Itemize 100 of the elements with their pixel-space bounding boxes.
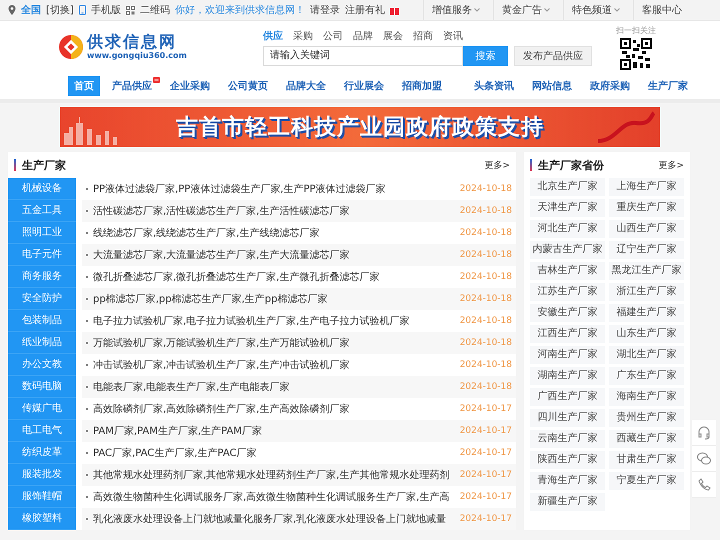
search-tab[interactable]: 品牌: [353, 28, 373, 42]
listing-date: 2024-10-17: [458, 426, 512, 436]
phone-icon: [698, 478, 710, 491]
nav-tab[interactable]: 公司黄页: [222, 76, 274, 96]
province-link[interactable]: 江西生产厂家: [530, 325, 605, 343]
province-link[interactable]: 云南生产厂家: [530, 430, 605, 448]
province-link[interactable]: 吉林生产厂家: [530, 262, 605, 280]
province-link[interactable]: 上海生产厂家: [609, 178, 684, 196]
nav-tab[interactable]: 网站信息: [526, 76, 578, 96]
headset-icon: [697, 426, 711, 440]
province-link[interactable]: 内蒙古生产厂家: [530, 241, 605, 259]
province-link[interactable]: 贵州生产厂家: [609, 409, 684, 427]
province-link[interactable]: 福建生产厂家: [609, 304, 684, 322]
more-link[interactable]: 更多>: [658, 158, 684, 172]
chat-bubbles-icon: [697, 452, 711, 465]
listing-link[interactable]: 万能试验机厂家,万能试验机生产厂家,生产万能试验机厂家: [93, 336, 350, 350]
listing-date: 2024-10-17: [458, 448, 512, 458]
listing-link[interactable]: 电子拉力试验机厂家,电子拉力试验机生产厂家,生产电子拉力试验机厂家: [93, 314, 410, 328]
listing-date: 2024-10-18: [458, 206, 512, 216]
search-tab[interactable]: 展会: [383, 28, 403, 42]
listing-link[interactable]: 大流量滤芯厂家,大流量滤芯生产厂家,生产大流量滤芯厂家: [93, 248, 350, 262]
listing-link[interactable]: 冲击试验机厂家,冲击试验机生产厂家,生产冲击试验机厂家: [93, 358, 350, 372]
province-link[interactable]: 西藏生产厂家: [609, 430, 684, 448]
province-link[interactable]: 黑龙江生产厂家: [609, 262, 684, 280]
nav-tab[interactable]: 行业展会: [338, 76, 390, 96]
listing-date: 2024-10-18: [458, 294, 512, 304]
listing-link[interactable]: 乳化液废水处理设备上门就地减量化服务厂家,乳化液废水处理设备上门就地减量: [93, 512, 446, 526]
province-link[interactable]: 广西生产厂家: [530, 388, 605, 406]
province-link[interactable]: 浙江生产厂家: [609, 283, 684, 301]
caret-icon: [474, 8, 480, 12]
province-link[interactable]: 青海生产厂家: [530, 472, 605, 490]
listing-date: 2024-10-17: [458, 470, 512, 480]
nav-tab[interactable]: 头条资讯: [468, 76, 520, 96]
province-link[interactable]: 山西生产厂家: [609, 220, 684, 238]
more-link[interactable]: 更多>: [484, 158, 510, 172]
dropdown-menu[interactable]: 黄金广告: [493, 0, 558, 20]
province-link[interactable]: 甘肃生产厂家: [609, 451, 684, 469]
listing-link[interactable]: PAM厂家,PAM生产厂家,生产PAM厂家: [93, 424, 262, 438]
qr-caption: 扫一扫关注: [616, 24, 656, 36]
province-link[interactable]: 江苏生产厂家: [530, 283, 605, 301]
qrcode-link[interactable]: 二维码: [140, 3, 170, 17]
listing-link[interactable]: 线绕滤芯厂家,线绕滤芯生产厂家,生产线绕滤芯厂家: [93, 226, 320, 240]
logo-icon: [58, 34, 84, 60]
publish-button[interactable]: 发布产品供应: [514, 46, 592, 66]
listing-link[interactable]: 其他常规水处理药剂厂家,其他常规水处理药剂生产厂家,生产其他常规水处理药剂: [93, 468, 450, 482]
qr-code-drawing: [620, 38, 652, 70]
switch-link[interactable]: [切换]: [46, 3, 74, 17]
province-link[interactable]: 重庆生产厂家: [609, 199, 684, 217]
nav-tab[interactable]: 政府采购: [584, 76, 636, 96]
nav-tab[interactable]: 品牌大全: [280, 76, 332, 96]
search-field[interactable]: 请输入关键词: [263, 46, 463, 66]
search-tab[interactable]: 公司: [323, 28, 343, 42]
province-link[interactable]: 河南生产厂家: [530, 346, 605, 364]
search-tab[interactable]: 资讯: [443, 28, 463, 42]
province-link[interactable]: 安徽生产厂家: [530, 304, 605, 322]
province-link[interactable]: 北京生产厂家: [530, 178, 605, 196]
province-link[interactable]: 新疆生产厂家: [530, 493, 605, 511]
listing-date: 2024-10-17: [458, 404, 512, 414]
listing-date: 2024-10-18: [458, 316, 512, 326]
service-link[interactable]: 客服中心: [633, 0, 690, 20]
listing-link[interactable]: 活性碳滤芯厂家,活性碳滤芯生产厂家,生产活性碳滤芯厂家: [93, 204, 350, 218]
listing-link[interactable]: 微孔折叠滤芯厂家,微孔折叠滤芯生产厂家,生产微孔折叠滤芯厂家: [93, 270, 380, 284]
listing-link[interactable]: PP液体过滤袋厂家,PP液体过滤袋生产厂家,生产PP液体过滤袋厂家: [93, 182, 386, 196]
province-link[interactable]: 山东生产厂家: [609, 325, 684, 343]
search-tab[interactable]: 招商: [413, 28, 433, 42]
listing-link[interactable]: 电能表厂家,电能表生产厂家,生产电能表厂家: [93, 380, 290, 394]
dropdown-menu[interactable]: 增值服务: [423, 0, 488, 20]
search-tab[interactable]: 采购: [293, 28, 313, 42]
province-link[interactable]: 四川生产厂家: [530, 409, 605, 427]
province-link[interactable]: 广东生产厂家: [609, 367, 684, 385]
listing-link[interactable]: pp棉滤芯厂家,pp棉滤芯生产厂家,生产pp棉滤芯厂家: [93, 292, 328, 306]
nav-tab[interactable]: 招商加盟: [396, 76, 448, 96]
listing-date: 2024-10-17: [458, 514, 512, 524]
mobile-link[interactable]: 手机版: [90, 3, 121, 17]
listing-date: 2024-10-18: [458, 382, 512, 392]
listing-date: 2024-10-17: [458, 492, 512, 502]
listing-link[interactable]: PAC厂家,PAC生产厂家,生产PAC厂家: [93, 446, 256, 460]
section-title: 生产厂家: [22, 158, 66, 172]
login-link[interactable]: 请登录: [310, 3, 340, 17]
search-tab[interactable]: 供应: [263, 28, 283, 42]
listing-date: 2024-10-18: [458, 184, 512, 194]
listing-link[interactable]: 高效微生物菌种生化调试服务厂家,高效微生物菌种生化调试服务生产厂家,生产高: [93, 490, 450, 504]
province-link[interactable]: 天津生产厂家: [530, 199, 605, 217]
listing-date: 2024-10-18: [458, 250, 512, 260]
province-link[interactable]: 湖南生产厂家: [530, 367, 605, 385]
province-link[interactable]: 宁夏生产厂家: [609, 472, 684, 490]
register-link[interactable]: 注册有礼: [344, 3, 385, 17]
logo-url: www.gongqiu360.com: [87, 51, 187, 61]
province-link[interactable]: 河北生产厂家: [530, 220, 605, 238]
listing-link[interactable]: 高效除磷剂厂家,高效除磷剂生产厂家,生产高效除磷剂厂家: [93, 402, 350, 416]
province-link[interactable]: 陕西生产厂家: [530, 451, 605, 469]
nav-tab[interactable]: 企业采购: [164, 76, 216, 96]
nav-tab[interactable]: 产品供应: [106, 76, 158, 96]
nav-tab[interactable]: 生产厂家: [642, 76, 694, 96]
section-title: 生产厂家省份: [538, 158, 604, 172]
dropdown-menu[interactable]: 特色频道: [563, 0, 628, 20]
province-link[interactable]: 辽宁生产厂家: [609, 241, 684, 259]
logo-name: 供求信息网: [87, 33, 178, 51]
province-link[interactable]: 海南生产厂家: [609, 388, 684, 406]
province-link[interactable]: 湖北生产厂家: [609, 346, 684, 364]
